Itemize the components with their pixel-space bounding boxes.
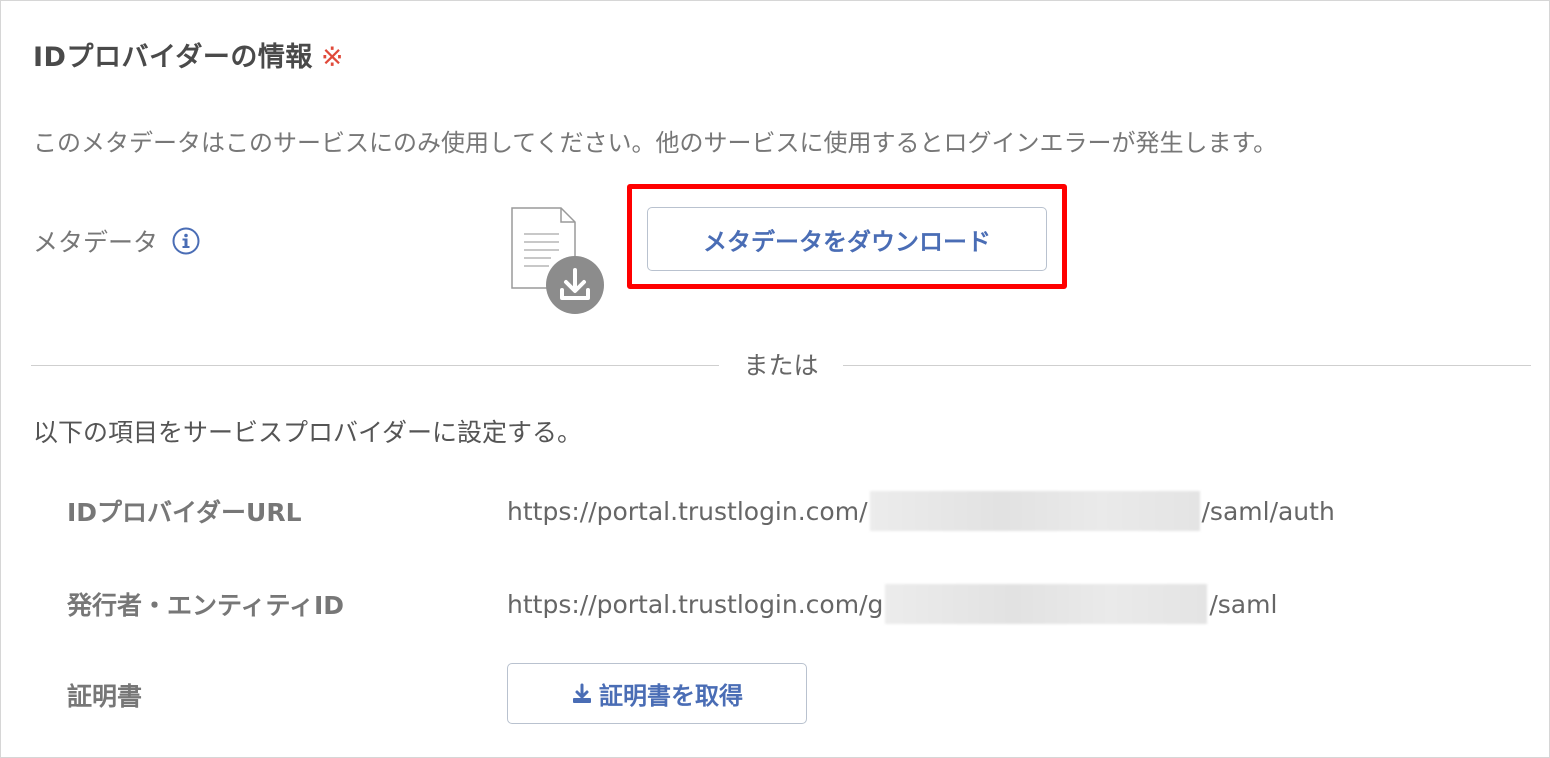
- idp-url-value: https://portal.trustlogin.com/ /saml/aut…: [507, 491, 1335, 531]
- metadata-label-text: メタデータ: [33, 228, 159, 257]
- idp-info-panel: IDプロバイダーの情報 ※ このメタデータはこのサービスにのみ使用してください。他…: [0, 0, 1550, 758]
- section-title-text: IDプロバイダーの情報: [33, 42, 313, 73]
- idp-url-label: IDプロバイダーURL: [67, 498, 302, 527]
- divider-left: [31, 365, 719, 366]
- divider-or-text: または: [743, 351, 819, 380]
- redacted-segment: [885, 584, 1208, 624]
- redacted-segment: [869, 491, 1200, 531]
- required-mark: ※: [320, 42, 345, 73]
- download-metadata-button[interactable]: メタデータをダウンロード: [647, 207, 1047, 271]
- info-icon[interactable]: [172, 227, 200, 255]
- get-certificate-button[interactable]: 証明書を取得: [507, 663, 807, 724]
- entity-id-prefix: https://portal.trustlogin.com/g: [507, 589, 884, 619]
- instruction-text: 以下の項目をサービスプロバイダーに設定する。: [33, 418, 583, 447]
- download-tray-icon: [571, 683, 593, 705]
- idp-url-prefix: https://portal.trustlogin.com/: [507, 496, 868, 526]
- divider-right: [843, 365, 1531, 366]
- certificate-label: 証明書: [67, 682, 143, 711]
- section-title: IDプロバイダーの情報 ※: [33, 35, 344, 74]
- entity-id-value: https://portal.trustlogin.com/g /saml: [507, 584, 1277, 624]
- idp-url-suffix: /saml/auth: [1201, 496, 1335, 526]
- metadata-label: メタデータ: [33, 223, 200, 259]
- entity-id-label: 発行者・エンティティID: [67, 591, 345, 620]
- document-download-icon: [509, 206, 609, 316]
- get-certificate-label: 証明書を取得: [599, 682, 743, 710]
- entity-id-suffix: /saml: [1209, 589, 1278, 619]
- metadata-notice: このメタデータはこのサービスにのみ使用してください。他のサービスに使用するとログ…: [33, 129, 1278, 157]
